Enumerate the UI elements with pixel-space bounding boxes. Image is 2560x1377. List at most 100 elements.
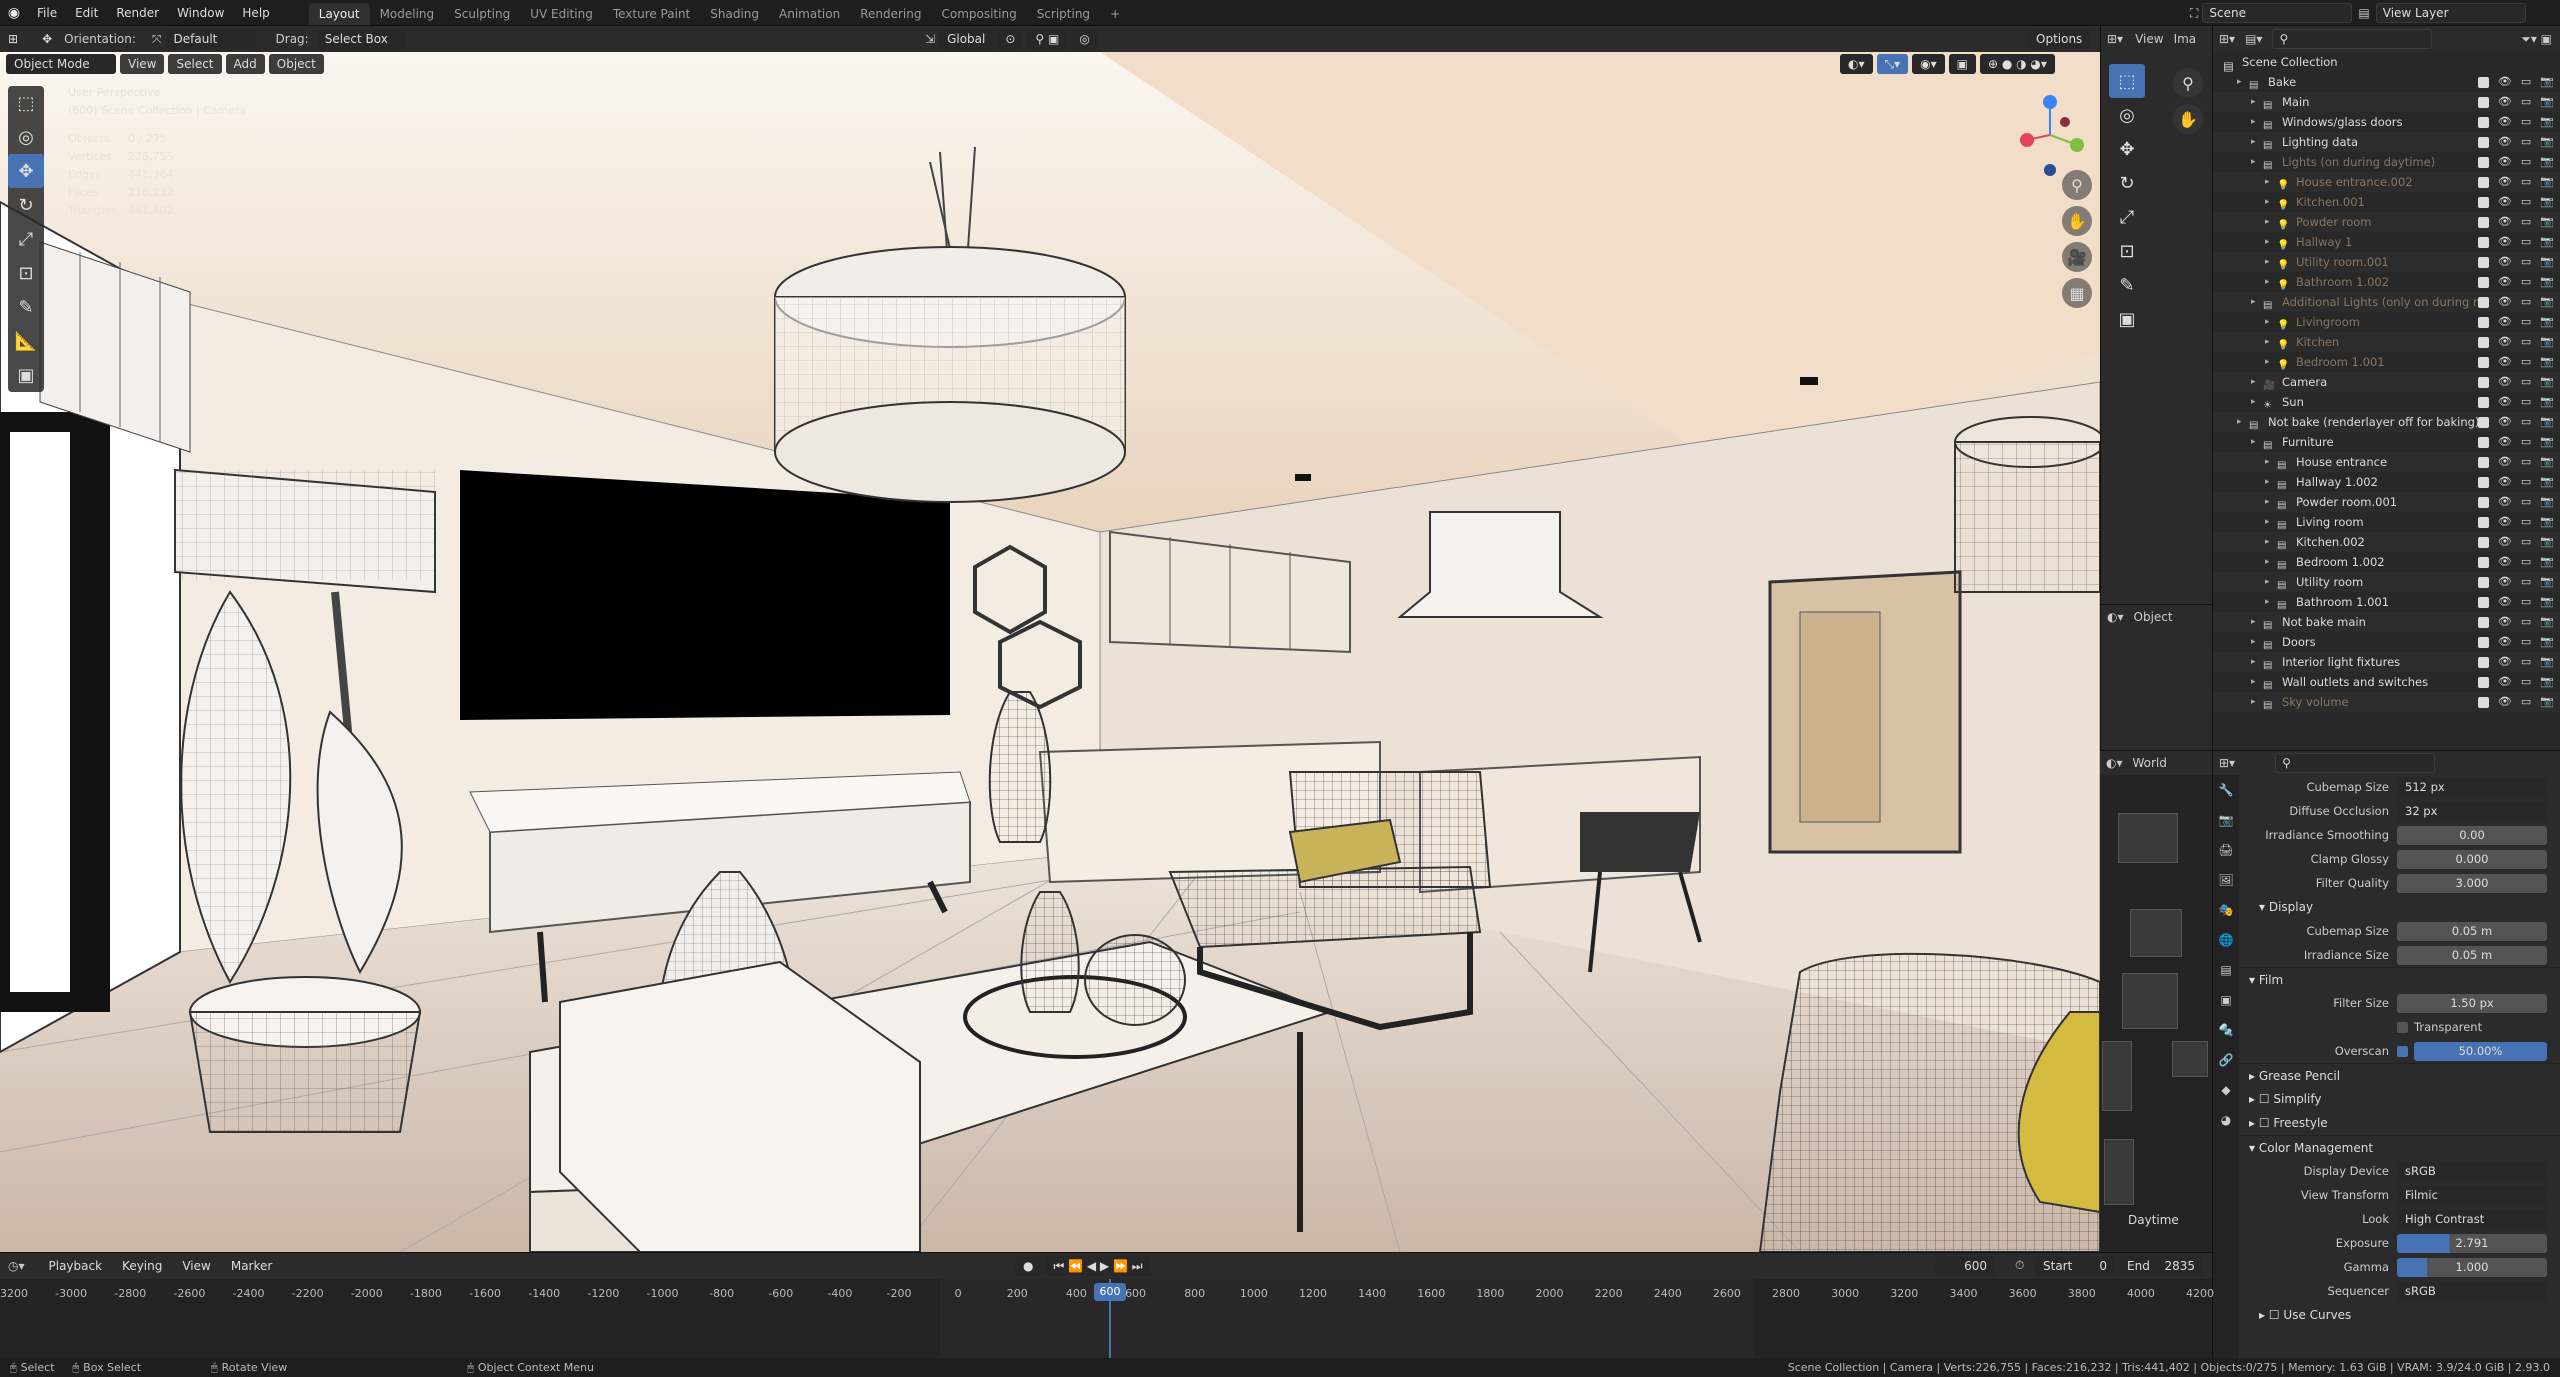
eye-icon[interactable]: 👁 — [2498, 352, 2512, 372]
viewport-toggle-icon[interactable]: ▭ — [2521, 412, 2531, 432]
eye-icon[interactable]: 👁 — [2498, 652, 2512, 672]
exclude-checkbox[interactable] — [2477, 176, 2489, 188]
grid-perspective-icon[interactable]: ▦ — [2062, 278, 2092, 308]
menu-edit[interactable]: Edit — [66, 0, 107, 26]
render-toggle-icon[interactable]: 📷 — [2540, 72, 2554, 92]
timeline-track[interactable]: -3200-3000-2800-2600-2400-2200-2000-1800… — [0, 1279, 2214, 1359]
camera-view-icon[interactable]: 🎥 — [2062, 242, 2092, 272]
render-toggle-icon[interactable]: 📷 — [2540, 572, 2554, 592]
exclude-checkbox[interactable] — [2477, 616, 2489, 628]
outliner-item[interactable]: ▸ ▤ Doors 👁 ▭ 📷 — [2213, 632, 2560, 652]
viewport-toggle-icon[interactable]: ▭ — [2521, 452, 2531, 472]
outliner-item[interactable]: ▸ ▤ Bake 👁 ▭ 📷 — [2213, 72, 2560, 92]
eye-icon[interactable]: 👁 — [2498, 192, 2512, 212]
eye-icon[interactable]: 👁 — [2498, 512, 2512, 532]
expand-arrow-icon[interactable]: ▸ — [2251, 392, 2263, 412]
display-cubemap-size-field[interactable]: 0.05 m — [2397, 921, 2547, 941]
exclude-checkbox[interactable] — [2477, 356, 2489, 368]
exclude-checkbox[interactable] — [2477, 416, 2489, 428]
outliner-item[interactable]: ▸ ▤ House entrance 👁 ▭ 📷 — [2213, 452, 2560, 472]
gamma-slider[interactable]: 1.000 — [2397, 1257, 2547, 1277]
blender-logo-icon[interactable]: ◉ — [0, 5, 28, 21]
outliner-item[interactable]: ▸ ▤ Sky volume 👁 ▭ 📷 — [2213, 692, 2560, 712]
playback-buttons[interactable]: ⏮ ⏪ ◀ ▶ ⏩ ⏭ — [1045, 1256, 1151, 1276]
filter-quality-field[interactable]: 3.000 — [2397, 873, 2547, 893]
exclude-checkbox[interactable] — [2477, 136, 2489, 148]
annotate-tool-icon[interactable]: ✎ — [8, 290, 44, 324]
tab-shading[interactable]: Shading — [700, 3, 769, 25]
properties-search[interactable]: ⚲ — [2275, 753, 2436, 773]
menu-file[interactable]: File — [28, 0, 66, 26]
eye-icon[interactable]: 👁 — [2498, 632, 2512, 652]
render-toggle-icon[interactable]: 📷 — [2540, 392, 2554, 412]
outliner-item[interactable]: ▸ ▤ Furniture 👁 ▭ 📷 — [2213, 432, 2560, 452]
rotate-tool-icon[interactable]: ↻ — [2109, 166, 2145, 200]
render-toggle-icon[interactable]: 📷 — [2540, 272, 2554, 292]
outliner-item[interactable]: ▸ ▤ Interior light fixtures 👁 ▭ 📷 — [2213, 652, 2560, 672]
proportional-toggle[interactable]: ◎ — [1071, 29, 1098, 49]
exclude-checkbox[interactable] — [2477, 256, 2489, 268]
outliner-item[interactable]: ▸ ▤ Living room 👁 ▭ 📷 — [2213, 512, 2560, 532]
scene-collection-row[interactable]: ▤ Scene Collection — [2213, 52, 2560, 73]
viewport-toggle-icon[interactable]: ▭ — [2521, 212, 2531, 232]
expand-arrow-icon[interactable]: ▸ — [2265, 252, 2277, 272]
exclude-checkbox[interactable] — [2477, 696, 2489, 708]
render-toggle-icon[interactable]: 📷 — [2540, 452, 2554, 472]
node-box[interactable] — [2104, 1139, 2134, 1205]
clamp-glossy-field[interactable]: 0.000 — [2397, 849, 2547, 869]
outliner-item[interactable]: ▸ ▤ Lights (on during daytime) 👁 ▭ 📷 — [2213, 152, 2560, 172]
render-toggle-icon[interactable]: 📷 — [2540, 472, 2554, 492]
playhead-label[interactable]: 600 — [1094, 1283, 1126, 1301]
tab-rendering[interactable]: Rendering — [850, 3, 931, 25]
start-frame-field[interactable]: Start 0 — [2035, 1256, 2115, 1276]
film-panel-header[interactable]: ▾ Film — [2239, 967, 2560, 991]
viewport-toggle-icon[interactable]: ▭ — [2521, 632, 2531, 652]
render-toggle-icon[interactable]: 📷 — [2540, 152, 2554, 172]
outliner-item[interactable]: ▸ ▤ Bedroom 1.002 👁 ▭ 📷 — [2213, 552, 2560, 572]
expand-arrow-icon[interactable]: ▸ — [2265, 212, 2277, 232]
transparent-checkbox[interactable]: Transparent — [2397, 1020, 2482, 1034]
output-tab-icon[interactable]: 🖨 — [2213, 835, 2239, 865]
eye-icon[interactable]: 👁 — [2498, 312, 2512, 332]
eye-icon[interactable]: 👁 — [2498, 472, 2512, 492]
render-toggle-icon[interactable]: 📷 — [2540, 172, 2554, 192]
outliner-item[interactable]: ▸ ▤ Bathroom 1.001 👁 ▭ 📷 — [2213, 592, 2560, 612]
world-tab-icon[interactable]: 🌐 — [2213, 925, 2239, 955]
tab-scripting[interactable]: Scripting — [1027, 3, 1100, 25]
exclude-checkbox[interactable] — [2477, 536, 2489, 548]
exclude-checkbox[interactable] — [2477, 436, 2489, 448]
exclude-checkbox[interactable] — [2477, 216, 2489, 228]
filter-size-field[interactable]: 1.50 px — [2397, 993, 2547, 1013]
expand-arrow-icon[interactable]: ▸ — [2265, 592, 2277, 612]
expand-arrow-icon[interactable]: ▸ — [2251, 292, 2263, 312]
expand-arrow-icon[interactable]: ▸ — [2265, 192, 2277, 212]
shading-modes[interactable]: ⊕ ● ◑ ◕▾ — [1979, 54, 2055, 74]
node-box[interactable] — [2172, 1041, 2208, 1077]
render-toggle-icon[interactable]: 📷 — [2540, 412, 2554, 432]
exclude-checkbox[interactable] — [2477, 636, 2489, 648]
viewport-toggle-icon[interactable]: ▭ — [2521, 352, 2531, 372]
outliner-item[interactable]: ▸ ▤ Not bake main 👁 ▭ 📷 — [2213, 612, 2560, 632]
viewport-toggle-icon[interactable]: ▭ — [2521, 572, 2531, 592]
scene-tab-icon[interactable]: 🎭 — [2213, 895, 2239, 925]
render-toggle-icon[interactable]: 📷 — [2540, 612, 2554, 632]
visibility-dropdown[interactable]: ◐▾ — [1840, 54, 1873, 74]
viewport-toggle-icon[interactable]: ▭ — [2521, 432, 2531, 452]
annotate-tool-icon[interactable]: ✎ — [2109, 268, 2145, 302]
cursor-tool-icon[interactable]: ◎ — [8, 120, 44, 154]
xray-toggle[interactable]: ▣ — [1948, 54, 1976, 74]
viewport-toggle-icon[interactable]: ▭ — [2521, 292, 2531, 312]
render-toggle-icon[interactable]: 📷 — [2540, 252, 2554, 272]
editor-type-icon[interactable]: ⊞▾ — [2219, 32, 2235, 46]
exclude-checkbox[interactable] — [2477, 116, 2489, 128]
stopwatch-icon[interactable]: ⏱ — [2015, 1258, 2024, 1273]
irradiance-smoothing-field[interactable]: 0.00 — [2397, 825, 2547, 845]
exclude-checkbox[interactable] — [2477, 676, 2489, 688]
viewport-toggle-icon[interactable]: ▭ — [2521, 372, 2531, 392]
orientation-dropdown[interactable]: Default — [165, 29, 256, 49]
render-toggle-icon[interactable]: 📷 — [2540, 492, 2554, 512]
view-menu[interactable]: View — [2135, 32, 2163, 46]
exclude-checkbox[interactable] — [2477, 396, 2489, 408]
expand-arrow-icon[interactable]: ▸ — [2251, 92, 2263, 112]
expand-arrow-icon[interactable]: ▸ — [2265, 232, 2277, 252]
